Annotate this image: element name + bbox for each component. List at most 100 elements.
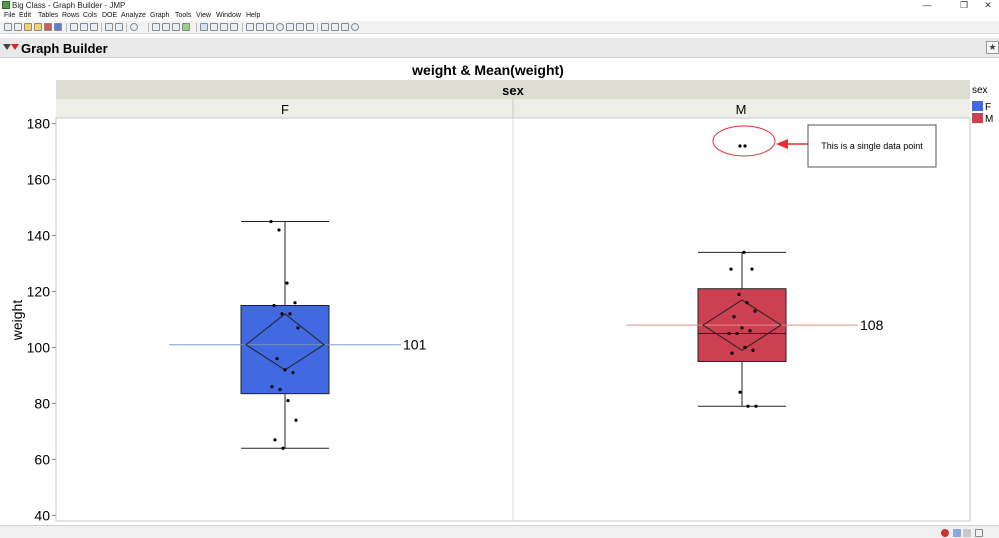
menu-view[interactable]: View bbox=[196, 12, 211, 19]
data-point bbox=[740, 326, 744, 330]
restore-button[interactable]: ❐ bbox=[952, 0, 976, 11]
minimize-button[interactable]: — bbox=[915, 0, 939, 10]
home-icon[interactable] bbox=[953, 529, 961, 537]
window-title: Big Class - Graph Builder - JMP bbox=[12, 1, 126, 10]
graph-builder-icon[interactable] bbox=[182, 23, 190, 31]
paste-icon[interactable] bbox=[90, 23, 98, 31]
panel-header-f: F bbox=[281, 102, 289, 117]
open-folder-icon[interactable] bbox=[24, 23, 32, 31]
legend-label-f: F bbox=[985, 102, 991, 113]
search-icon[interactable] bbox=[130, 23, 138, 31]
toolbar-separator bbox=[101, 23, 102, 32]
select-tool-icon[interactable] bbox=[220, 23, 228, 31]
data-point bbox=[727, 331, 731, 336]
data-point bbox=[743, 345, 747, 350]
panel-title: Graph Builder bbox=[21, 41, 108, 56]
new-data-table-icon[interactable] bbox=[4, 23, 12, 31]
legend-label-m: M bbox=[985, 114, 993, 125]
red-triangle-menu-icon[interactable] bbox=[11, 44, 19, 50]
toolbar-separator bbox=[126, 23, 127, 32]
menu-analyze[interactable]: Analyze bbox=[121, 12, 146, 19]
legend-title: sex bbox=[972, 85, 988, 96]
import-icon[interactable] bbox=[44, 23, 52, 31]
new-script-icon[interactable] bbox=[14, 23, 22, 31]
data-point bbox=[286, 399, 290, 403]
line-icon[interactable] bbox=[306, 23, 314, 31]
data-point bbox=[754, 404, 758, 408]
help-tool-icon[interactable] bbox=[210, 23, 218, 31]
y-tick-label: 40 bbox=[34, 507, 50, 523]
table-window-icon[interactable] bbox=[963, 529, 971, 537]
close-button[interactable]: ✕ bbox=[976, 0, 999, 11]
data-point bbox=[280, 312, 284, 316]
menu-tables[interactable]: Tables bbox=[38, 12, 58, 19]
data-point bbox=[270, 385, 274, 389]
toolbar bbox=[0, 21, 999, 34]
menu-doe[interactable]: DOE bbox=[102, 12, 117, 19]
text-annotate-icon[interactable] bbox=[321, 23, 329, 31]
menu-help[interactable]: Help bbox=[246, 12, 260, 19]
data-point bbox=[730, 351, 734, 355]
menu-tools[interactable]: Tools bbox=[175, 12, 191, 19]
disclosure-icon[interactable] bbox=[3, 44, 11, 50]
pen-icon[interactable] bbox=[296, 23, 304, 31]
data-point bbox=[743, 144, 747, 148]
y-tick-label: 120 bbox=[27, 284, 51, 300]
customize-icon[interactable]: ★ bbox=[986, 41, 999, 54]
window-titlebar: Big Class - Graph Builder - JMP — ❐ ✕ bbox=[0, 0, 999, 12]
menu-edit[interactable]: Edit bbox=[19, 12, 31, 19]
data-point bbox=[742, 250, 746, 254]
crosshair-icon[interactable] bbox=[266, 23, 274, 31]
mean-value-label: 101 bbox=[403, 337, 427, 353]
data-point bbox=[285, 281, 289, 285]
brush-icon[interactable] bbox=[256, 23, 264, 31]
legend-swatch-f[interactable] bbox=[972, 101, 983, 111]
menu-window[interactable]: Window bbox=[216, 12, 241, 19]
menu-file[interactable]: File bbox=[4, 12, 15, 19]
toolbar-separator bbox=[66, 23, 67, 32]
chart-icon[interactable] bbox=[172, 23, 180, 31]
window-list-icon[interactable] bbox=[975, 529, 983, 537]
layout-icon[interactable] bbox=[115, 23, 123, 31]
rectangle-icon[interactable] bbox=[331, 23, 339, 31]
y-axis: 40 60 80 100 120 140 160 180 bbox=[27, 116, 56, 523]
scroller-icon[interactable] bbox=[230, 23, 238, 31]
stop-icon[interactable] bbox=[941, 529, 949, 537]
copy-icon[interactable] bbox=[80, 23, 88, 31]
data-point bbox=[738, 144, 742, 148]
data-point bbox=[277, 228, 281, 232]
graph-builder-outline: Graph Builder ★ bbox=[0, 38, 999, 58]
data-point bbox=[293, 301, 297, 305]
data-point bbox=[269, 219, 273, 224]
table-icon[interactable] bbox=[152, 23, 160, 31]
legend-swatch-m[interactable] bbox=[972, 113, 983, 123]
polygon-icon[interactable] bbox=[341, 23, 349, 31]
data-point bbox=[751, 348, 755, 352]
plus-icon[interactable] bbox=[286, 23, 294, 31]
graph-builder-chart: weight & Mean(weight) sex F M 40 60 80 100 1… bbox=[9, 62, 993, 523]
menu-cols[interactable]: Cols bbox=[83, 12, 97, 19]
save-icon[interactable] bbox=[54, 23, 62, 31]
mean-value-label: 108 bbox=[860, 317, 884, 333]
open-icon[interactable] bbox=[34, 23, 42, 31]
data-point bbox=[738, 390, 742, 394]
data-point bbox=[278, 387, 282, 392]
data-point bbox=[296, 326, 300, 330]
chart-title: weight & Mean(weight) bbox=[411, 62, 564, 78]
cut-icon[interactable] bbox=[70, 23, 78, 31]
data-point bbox=[288, 312, 292, 316]
columns-icon[interactable] bbox=[162, 23, 170, 31]
menu-bar: File Edit Tables Rows Cols DOE Analyze G… bbox=[0, 12, 999, 21]
status-bar bbox=[0, 525, 999, 538]
group-title: sex bbox=[502, 83, 524, 98]
lasso-icon[interactable] bbox=[246, 23, 254, 31]
menu-rows[interactable]: Rows bbox=[62, 12, 80, 19]
menu-graph[interactable]: Graph bbox=[150, 12, 169, 19]
journal-icon[interactable] bbox=[105, 23, 113, 31]
data-point bbox=[750, 267, 754, 271]
ellipse-icon[interactable] bbox=[351, 23, 359, 31]
arrow-tool-icon[interactable] bbox=[200, 23, 208, 31]
data-point bbox=[748, 329, 752, 333]
data-point bbox=[291, 371, 295, 375]
magnifier-icon[interactable] bbox=[276, 23, 284, 31]
